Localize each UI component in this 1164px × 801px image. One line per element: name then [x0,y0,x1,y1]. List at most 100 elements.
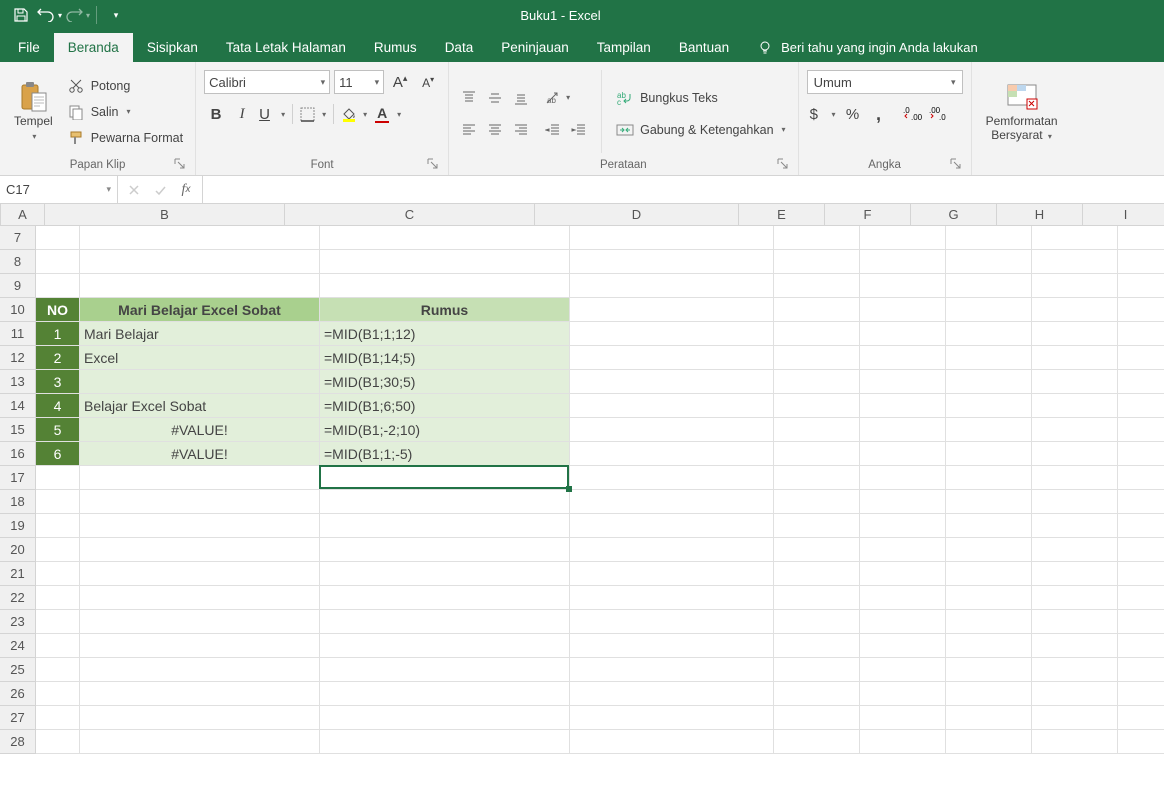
cell-B25[interactable] [80,658,320,682]
cell-C11[interactable]: =MID(B1;1;12) [320,322,570,346]
decrease-indent-button[interactable] [541,118,565,142]
cell-C22[interactable] [320,586,570,610]
cell-E12[interactable] [774,346,860,370]
cell-B19[interactable] [80,514,320,538]
cell-H16[interactable] [1032,442,1118,466]
cell-E27[interactable] [774,706,860,730]
cell-F10[interactable] [860,298,946,322]
cell-G23[interactable] [946,610,1032,634]
cell-C10[interactable]: Rumus [320,298,570,322]
cell-G25[interactable] [946,658,1032,682]
cell-D24[interactable] [570,634,774,658]
cell-B10[interactable]: Mari Belajar Excel Sobat [80,298,320,322]
cell-B18[interactable] [80,490,320,514]
cell-A24[interactable] [36,634,80,658]
cell-G16[interactable] [946,442,1032,466]
borders-button[interactable]: ▾ [297,102,329,126]
cell-F13[interactable] [860,370,946,394]
cell-F19[interactable] [860,514,946,538]
customize-qat-button[interactable]: ▾ [103,2,129,28]
redo-button[interactable]: ▾ [64,2,90,28]
cancel-formula-button[interactable] [122,180,146,200]
cell-B22[interactable] [80,586,320,610]
column-header-B[interactable]: B [45,204,285,225]
cell-G17[interactable] [946,466,1032,490]
cell-H11[interactable] [1032,322,1118,346]
cell-I10[interactable] [1118,298,1164,322]
column-header-C[interactable]: C [285,204,535,225]
row-header-9[interactable]: 9 [0,274,36,298]
cell-A8[interactable] [36,250,80,274]
cell-E23[interactable] [774,610,860,634]
cell-H22[interactable] [1032,586,1118,610]
cell-H7[interactable] [1032,226,1118,250]
cell-A10[interactable]: NO [36,298,80,322]
cell-E22[interactable] [774,586,860,610]
cell-A26[interactable] [36,682,80,706]
cell-H25[interactable] [1032,658,1118,682]
align-center-button[interactable] [483,118,507,142]
cell-B27[interactable] [80,706,320,730]
cell-A23[interactable] [36,610,80,634]
cell-B15[interactable]: #VALUE! [80,418,320,442]
cell-C28[interactable] [320,730,570,754]
tab-review[interactable]: Peninjauan [487,33,583,62]
cell-B16[interactable]: #VALUE! [80,442,320,466]
cell-C8[interactable] [320,250,570,274]
cell-E13[interactable] [774,370,860,394]
cell-C7[interactable] [320,226,570,250]
fill-color-button[interactable]: ▾ [338,102,370,126]
cell-B9[interactable] [80,274,320,298]
row-header-27[interactable]: 27 [0,706,36,730]
cell-B7[interactable] [80,226,320,250]
cell-F14[interactable] [860,394,946,418]
row-header-19[interactable]: 19 [0,514,36,538]
cell-I27[interactable] [1118,706,1164,730]
save-button[interactable] [8,2,34,28]
cell-H28[interactable] [1032,730,1118,754]
tab-help[interactable]: Bantuan [665,33,743,62]
cell-D18[interactable] [570,490,774,514]
row-header-8[interactable]: 8 [0,250,36,274]
cell-A20[interactable] [36,538,80,562]
cell-A13[interactable]: 3 [36,370,80,394]
cell-E7[interactable] [774,226,860,250]
cell-I17[interactable] [1118,466,1164,490]
dialog-launcher-icon[interactable] [949,157,963,171]
cell-D21[interactable] [570,562,774,586]
cell-C25[interactable] [320,658,570,682]
decrease-decimal-button[interactable]: .00.0 [927,102,951,126]
cell-C23[interactable] [320,610,570,634]
cell-G15[interactable] [946,418,1032,442]
cell-G19[interactable] [946,514,1032,538]
cell-A15[interactable]: 5 [36,418,80,442]
cell-I22[interactable] [1118,586,1164,610]
cell-E19[interactable] [774,514,860,538]
cell-D27[interactable] [570,706,774,730]
cell-H15[interactable] [1032,418,1118,442]
cell-A27[interactable] [36,706,80,730]
align-top-button[interactable] [457,86,481,110]
cell-E15[interactable] [774,418,860,442]
number-format-combo[interactable]: Umum▾ [807,70,963,94]
percent-format-button[interactable]: % [841,102,865,126]
cell-H10[interactable] [1032,298,1118,322]
cell-I12[interactable] [1118,346,1164,370]
cell-D15[interactable] [570,418,774,442]
underline-button[interactable]: U▾ [256,102,288,126]
cell-D16[interactable] [570,442,774,466]
row-header-17[interactable]: 17 [0,466,36,490]
cell-C16[interactable]: =MID(B1;1;-5) [320,442,570,466]
cell-H9[interactable] [1032,274,1118,298]
column-header-D[interactable]: D [535,204,739,225]
dialog-launcher-icon[interactable] [426,157,440,171]
cell-G14[interactable] [946,394,1032,418]
row-header-7[interactable]: 7 [0,226,36,250]
cell-G10[interactable] [946,298,1032,322]
cell-A28[interactable] [36,730,80,754]
cell-C15[interactable]: =MID(B1;-2;10) [320,418,570,442]
cell-I18[interactable] [1118,490,1164,514]
cell-I28[interactable] [1118,730,1164,754]
cell-B21[interactable] [80,562,320,586]
row-header-21[interactable]: 21 [0,562,36,586]
